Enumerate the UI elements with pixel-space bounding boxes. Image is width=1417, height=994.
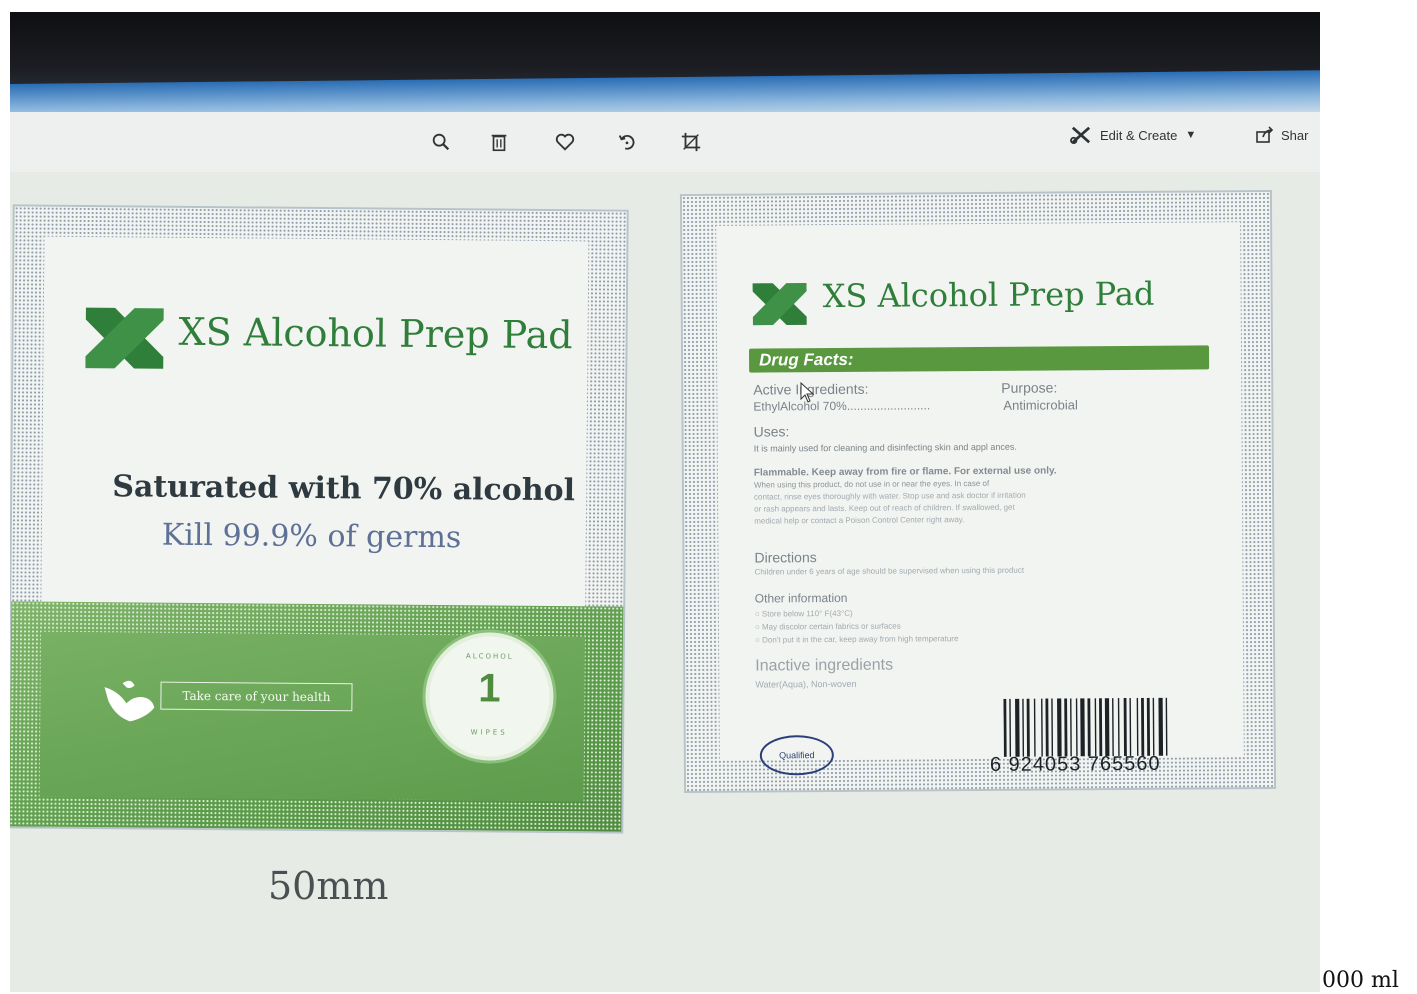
count-badge: ALCOHOL 1 WIPES bbox=[424, 631, 555, 762]
warning-line-2: When using this product, do not use in o… bbox=[753, 478, 990, 490]
badge-bottom-text: WIPES bbox=[470, 728, 508, 737]
barcode-bar bbox=[1057, 698, 1062, 757]
barcode-bar bbox=[1141, 697, 1145, 756]
barcode-bar bbox=[1080, 698, 1085, 757]
barcode-bar bbox=[1041, 698, 1043, 757]
other-item-2-text: May discolor certain fabrics or surfaces bbox=[761, 621, 901, 632]
barcode-bar bbox=[1009, 698, 1012, 757]
brand-logo-icon bbox=[752, 282, 807, 326]
other-item-1-text: Store below 110° F(43°C) bbox=[761, 608, 853, 619]
uses-text: It is mainly used for cleaning and disin… bbox=[753, 441, 1017, 454]
purpose-value: Antimicrobial bbox=[1003, 397, 1078, 413]
drug-facts-header: Drug Facts: bbox=[748, 345, 1210, 373]
barcode-bar bbox=[1026, 698, 1030, 757]
badge-top-text: ALCOHOL bbox=[465, 652, 514, 661]
share-label: Shar bbox=[1281, 127, 1309, 143]
take-care-box: Take care of your health bbox=[160, 681, 353, 712]
back-label: XS Alcohol Prep Pad Drug Facts: Active I… bbox=[679, 189, 1277, 794]
directions-heading: Directions bbox=[754, 549, 817, 566]
warning-line-1: Flammable. Keep away from fire or flame.… bbox=[753, 465, 1057, 479]
directions-text: Children under 6 years of age should be … bbox=[754, 565, 1025, 577]
barcode-bar bbox=[1003, 698, 1007, 757]
barcode-bar bbox=[1099, 698, 1103, 757]
barcode-bar bbox=[1165, 697, 1168, 756]
other-heading: Other information bbox=[754, 590, 848, 606]
barcode-bar bbox=[1087, 698, 1091, 757]
barcode-bar bbox=[1075, 698, 1078, 757]
brand-logo-icon bbox=[85, 307, 164, 369]
chevron-down-icon: ▼ bbox=[1185, 129, 1197, 141]
crop-icon[interactable] bbox=[674, 126, 708, 158]
brand-name: XS Alcohol Prep Pad bbox=[178, 309, 573, 358]
barcode-bar bbox=[1123, 697, 1127, 756]
share-button[interactable]: Shar bbox=[1255, 122, 1308, 148]
barcode-bar bbox=[1070, 698, 1072, 757]
barcode-bar bbox=[1064, 698, 1068, 757]
barcode-bar bbox=[1022, 698, 1025, 757]
front-label: XS Alcohol Prep Pad Saturated with 70% a… bbox=[10, 204, 629, 834]
other-item-1: ○ Store below 110° F(43°C) bbox=[755, 609, 853, 619]
warning-line-3: contact, rinse eyes thoroughly with wate… bbox=[754, 490, 1026, 502]
headline: Saturated with 70% alcohol bbox=[112, 469, 576, 509]
barcode-bar bbox=[1117, 698, 1120, 757]
badge-number: 1 bbox=[478, 666, 501, 711]
purpose-heading: Purpose: bbox=[1001, 379, 1058, 396]
uses-heading: Uses: bbox=[753, 423, 790, 440]
share-icon bbox=[1256, 126, 1274, 143]
rotate-icon[interactable] bbox=[610, 126, 644, 158]
label-panel bbox=[41, 236, 589, 632]
other-item-3: ○ Don't put it in the car, keep away fro… bbox=[755, 634, 958, 644]
size-dimension: 50mm bbox=[268, 864, 389, 908]
outside-text: 000 ml bbox=[1322, 968, 1399, 993]
barcode-bar bbox=[1033, 698, 1036, 757]
barcode-bar bbox=[1045, 698, 1049, 757]
barcode-bar bbox=[1051, 698, 1054, 757]
other-item-3-text: Don't put it in the car, keep away from … bbox=[762, 634, 959, 645]
inactive-text: Water(Aqua), Non-woven bbox=[755, 678, 857, 690]
subheadline: Kill 99.9% of germs bbox=[161, 517, 462, 556]
edit-create-icon bbox=[1070, 126, 1091, 145]
barcode-bar bbox=[1104, 698, 1110, 757]
edit-create-button[interactable]: Edit & Create ▼ bbox=[1070, 122, 1196, 148]
brand-name: XS Alcohol Prep Pad bbox=[822, 274, 1155, 316]
barcode-bar bbox=[1158, 697, 1164, 756]
heart-icon[interactable] bbox=[548, 126, 582, 158]
zoom-icon[interactable] bbox=[424, 126, 458, 158]
warning-line-5: medical help or contact a Poison Control… bbox=[754, 515, 965, 526]
active-value: EthylAlcohol 70%........................… bbox=[753, 398, 931, 414]
photo-of-screen: Edit & Create ▼ Shar XS Alcohol Prep Pad… bbox=[10, 12, 1320, 992]
barcode-bar bbox=[1094, 698, 1097, 757]
barcode-bar bbox=[1129, 697, 1132, 756]
hand-icon bbox=[104, 680, 155, 722]
barcode-bar bbox=[1015, 698, 1020, 757]
barcode-bar bbox=[1146, 697, 1151, 756]
barcode-bar bbox=[1112, 698, 1114, 757]
warning-line-4: or rash appears and lasts. Keep out of r… bbox=[754, 502, 1015, 514]
inactive-heading: Inactive ingredients bbox=[755, 656, 894, 675]
trash-icon[interactable] bbox=[482, 126, 516, 158]
edit-create-label: Edit & Create bbox=[1100, 127, 1178, 143]
other-item-2: ○ May discolor certain fabrics or surfac… bbox=[755, 622, 901, 632]
photo-viewer-toolbar: Edit & Create ▼ Shar bbox=[10, 112, 1320, 172]
mouse-cursor-icon bbox=[800, 382, 815, 403]
barcode-bar bbox=[1152, 697, 1155, 756]
barcode-bar bbox=[1136, 697, 1139, 756]
barcode-number: 6 924053 765560 bbox=[989, 752, 1161, 776]
